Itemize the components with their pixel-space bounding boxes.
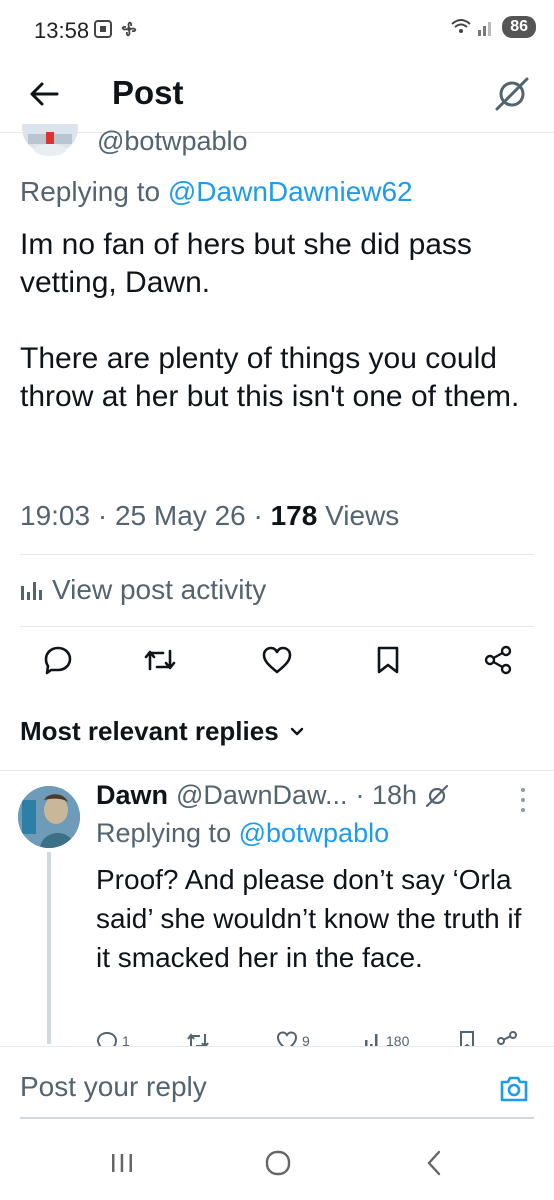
- fan-icon: [121, 21, 137, 37]
- reply-icon: [96, 1031, 118, 1046]
- activity-label: View post activity: [52, 574, 267, 605]
- recent-apps-icon: [112, 1154, 132, 1172]
- replies-sort-label: Most relevant replies: [20, 716, 279, 746]
- divider: [20, 554, 534, 555]
- system-nav-bar: [0, 1126, 554, 1200]
- share-button[interactable]: [476, 640, 520, 680]
- author-handle[interactable]: @botwpablo: [97, 126, 248, 157]
- views-label: Views: [325, 500, 400, 531]
- reply-button[interactable]: [36, 640, 80, 680]
- composer-underline: [20, 1117, 534, 1119]
- screenshot-icon: [94, 20, 112, 38]
- app-bar: Post: [0, 58, 554, 130]
- reply-input[interactable]: [20, 1071, 460, 1103]
- repost-button[interactable]: [138, 640, 182, 680]
- reply-like-button[interactable]: 9: [276, 1030, 310, 1046]
- bookmark-icon: [460, 1031, 474, 1046]
- repost-icon: [187, 1033, 209, 1046]
- thread-line: [47, 852, 51, 1044]
- analytics-icon: [365, 1034, 378, 1046]
- back-button[interactable]: [22, 74, 66, 114]
- chevron-down-icon: [290, 727, 303, 735]
- post-actions: [0, 640, 554, 684]
- bookmark-icon: [377, 646, 399, 674]
- status-system-icons: 86: [450, 16, 536, 38]
- author-avatar[interactable]: [20, 124, 80, 158]
- like-button[interactable]: [255, 640, 299, 680]
- like-icon: [262, 646, 292, 674]
- like-count: 9: [302, 1033, 310, 1046]
- post-date: 25 May 26: [114, 500, 246, 531]
- back-chevron-icon: [427, 1150, 441, 1176]
- app-bar-divider: [0, 132, 554, 133]
- reply-share-button[interactable]: [496, 1030, 518, 1046]
- battery-indicator: 86: [502, 16, 536, 38]
- grok-button[interactable]: [490, 72, 534, 116]
- reply-reply-button[interactable]: 1: [96, 1030, 130, 1046]
- divider: [20, 626, 534, 627]
- post-text: Im no fan of hers but she did pass vetti…: [20, 228, 520, 413]
- replies-sort-dropdown[interactable]: Most relevant replies: [20, 716, 305, 747]
- grok-icon[interactable]: [425, 784, 449, 808]
- reply-author-handle[interactable]: @DawnDaw...: [176, 780, 347, 811]
- reply-icon: [44, 646, 72, 675]
- reply-replying-to-mention[interactable]: @botwpablo: [239, 818, 390, 848]
- like-icon: [276, 1031, 298, 1046]
- post-meta: 19:03 · 25 May 26 · 178 Views: [20, 500, 400, 531]
- reply-header: Dawn @DawnDaw... · 18h: [96, 780, 449, 811]
- post-time: 19:03: [20, 500, 91, 531]
- views-count: 180: [386, 1033, 410, 1046]
- back-arrow-icon: [30, 82, 59, 106]
- reply-author-name[interactable]: Dawn: [96, 780, 168, 811]
- wifi-signal-icon: [451, 19, 492, 36]
- reply-time: · 18h: [355, 780, 418, 810]
- reply-author-avatar[interactable]: [18, 786, 80, 848]
- reply-views-button[interactable]: 180: [364, 1030, 409, 1046]
- recent-apps-button[interactable]: [102, 1146, 142, 1180]
- repost-icon: [144, 649, 176, 671]
- replying-to: Replying to @DawnDawniew62: [20, 176, 413, 207]
- share-icon: [497, 1031, 517, 1045]
- status-notification-icons: [92, 18, 140, 40]
- reply-repost-button[interactable]: [186, 1030, 210, 1046]
- reply-count: 1: [122, 1033, 130, 1046]
- reply-actions: 1 9 180: [96, 1030, 536, 1046]
- analytics-icon: [21, 582, 42, 600]
- reply-text: Proof? And please don’t say ‘Orla said’ …: [96, 864, 522, 973]
- status-bar: 13:58 86: [0, 0, 554, 58]
- status-time: 13:58: [34, 18, 90, 43]
- replying-to-mention[interactable]: @DawnDawniew62: [168, 176, 413, 207]
- reply-replying-to: Replying to @botwpablo: [96, 818, 390, 848]
- home-button[interactable]: [258, 1146, 298, 1180]
- share-icon: [484, 645, 512, 675]
- view-post-activity-link[interactable]: View post activity: [20, 574, 266, 606]
- camera-icon: [500, 1076, 528, 1102]
- reply-composer: [0, 1046, 554, 1126]
- grok-icon: [495, 77, 529, 111]
- camera-button[interactable]: [494, 1069, 534, 1109]
- divider: [0, 770, 554, 771]
- bookmark-button[interactable]: [366, 640, 410, 680]
- views-count: 178: [270, 500, 318, 531]
- page-title: Post: [112, 74, 184, 111]
- home-icon: [265, 1150, 291, 1176]
- back-nav-button[interactable]: [414, 1146, 454, 1180]
- reply-bookmark-button[interactable]: [458, 1030, 476, 1046]
- more-options-button[interactable]: [518, 786, 528, 814]
